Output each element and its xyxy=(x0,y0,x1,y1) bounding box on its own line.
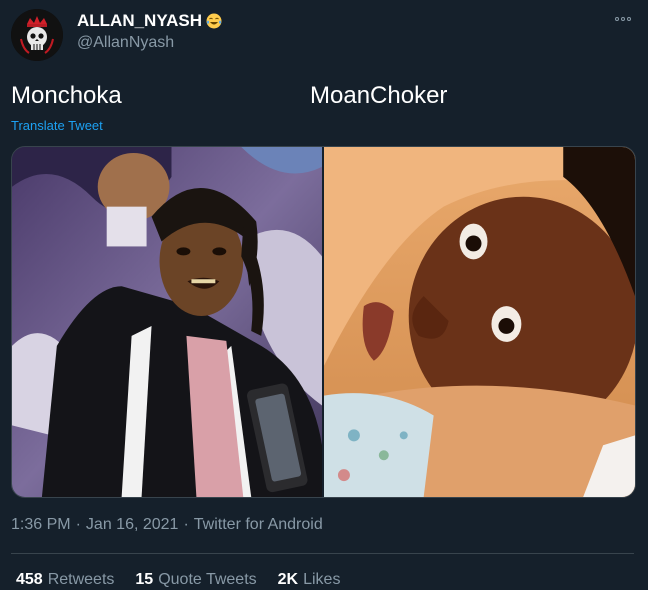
likes-label: Likes xyxy=(303,571,341,588)
photo-left[interactable] xyxy=(12,147,322,497)
crowned-skull-icon xyxy=(11,9,63,61)
quote-tweets-stat[interactable]: 15 Quote Tweets xyxy=(135,571,256,589)
avatar[interactable] xyxy=(11,9,63,61)
separator: · xyxy=(75,516,81,533)
dot-icon xyxy=(615,17,619,21)
separator: · xyxy=(183,516,189,533)
tweet-date[interactable]: Jan 16, 2021 xyxy=(86,516,179,534)
dot-icon xyxy=(627,17,631,21)
handle[interactable]: @AllanNyash xyxy=(77,34,174,52)
likes-count: 2K xyxy=(277,571,299,588)
translate-tweet-link[interactable]: Translate Tweet xyxy=(11,118,103,133)
quote-tweets-label: Quote Tweets xyxy=(158,571,257,588)
display-name[interactable]: ALLAN_NYASH xyxy=(77,11,223,31)
tweet-metadata: 1:36 PM · Jan 16, 2021 · Twitter for And… xyxy=(11,516,323,534)
tweet-card: ALLAN_NYASH @AllanNyash Monchoka MoanCho… xyxy=(0,0,648,590)
photo-man-lying-on-pillow xyxy=(324,147,635,497)
tweet-source[interactable]: Twitter for Android xyxy=(194,516,323,534)
tweet-stats: 458 Retweets 15 Quote Tweets 2K Likes xyxy=(16,571,340,589)
quote-tweets-count: 15 xyxy=(135,571,154,588)
tweet-time[interactable]: 1:36 PM xyxy=(11,516,71,534)
divider xyxy=(11,553,634,554)
media-grid xyxy=(11,146,636,498)
more-options-button[interactable] xyxy=(612,12,634,26)
display-name-text: ALLAN_NYASH xyxy=(77,11,203,30)
retweets-stat[interactable]: 458 Retweets xyxy=(16,571,114,589)
photo-right[interactable] xyxy=(324,147,635,497)
retweets-label: Retweets xyxy=(47,571,115,588)
tweet-text-right: MoanChoker xyxy=(310,82,448,109)
photo-man-pointing xyxy=(12,147,322,497)
face-with-tears-of-joy-icon xyxy=(206,13,222,29)
retweets-count: 458 xyxy=(16,571,43,588)
likes-stat[interactable]: 2K Likes xyxy=(278,571,341,589)
tweet-text-left: Monchoka xyxy=(11,82,122,109)
dot-icon xyxy=(621,17,625,21)
